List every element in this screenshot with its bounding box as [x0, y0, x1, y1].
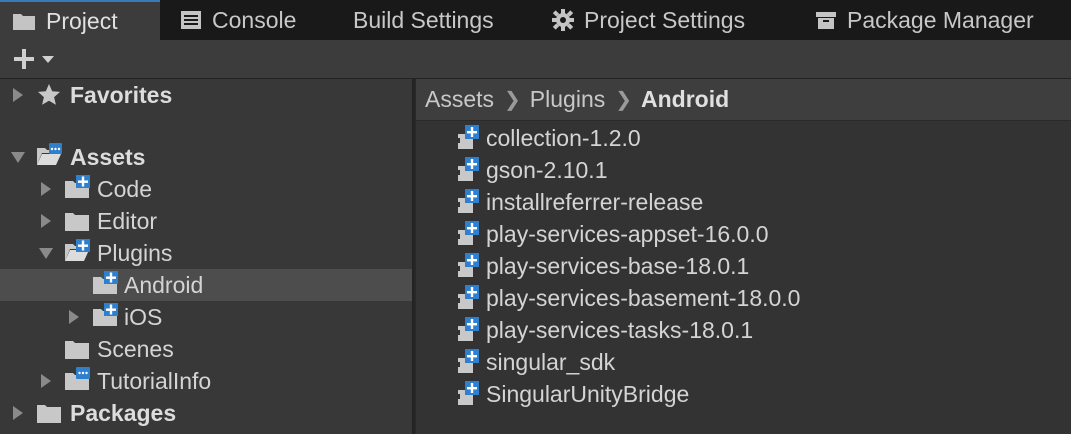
tab-label: Console [212, 6, 297, 33]
list-item[interactable]: singular_sdk [456, 346, 615, 378]
tree-item-packages[interactable]: Packages [0, 397, 412, 429]
folder-icon [37, 405, 61, 423]
folder-tree: Favorites Assets Code Editor Plugins And… [0, 79, 414, 434]
list-item[interactable]: SingularUnityBridge [456, 378, 689, 410]
folder-icon [65, 341, 89, 359]
create-button[interactable] [12, 46, 64, 72]
folder-icon [65, 213, 89, 231]
list-item[interactable]: play-services-tasks-18.0.1 [456, 314, 753, 346]
plugin-icon [456, 285, 479, 309]
file-name: collection-1.2.0 [486, 124, 641, 151]
tree-item-label: Scenes [97, 335, 174, 362]
plugin-icon [456, 157, 479, 181]
list-item[interactable]: play-services-basement-18.0.0 [456, 282, 800, 314]
chevron-right-icon [13, 406, 23, 420]
breadcrumb-item-plugins[interactable]: Plugins [530, 86, 605, 113]
folder-open-plus-icon [65, 239, 90, 261]
chevron-down-icon [42, 56, 54, 63]
tab-label: Project [46, 7, 118, 34]
list-item[interactable]: installreferrer-release [456, 186, 703, 218]
tree-item-code[interactable]: Code [0, 173, 412, 205]
file-name: installreferrer-release [486, 188, 704, 215]
list-item[interactable]: gson-2.10.1 [456, 154, 607, 186]
plugin-icon [456, 221, 479, 245]
tree-item-label: Favorites [70, 81, 173, 108]
chevron-down-icon [39, 248, 53, 259]
tree-item-assets[interactable]: Assets [0, 141, 412, 173]
chevron-right-icon: ❯ [504, 89, 521, 111]
file-name: play-services-appset-16.0.0 [486, 220, 769, 247]
tree-item-ios[interactable]: iOS [0, 301, 412, 333]
plugin-icon [456, 189, 479, 213]
chevron-right-icon [69, 310, 79, 324]
file-name: play-services-basement-18.0.0 [486, 284, 801, 311]
file-name: singular_sdk [486, 348, 616, 375]
plugin-icon [456, 349, 479, 373]
tab-console[interactable]: Console [180, 0, 296, 40]
breadcrumb: Assets ❯ Plugins ❯ Android [416, 79, 1071, 121]
tab-label: Build Settings [353, 6, 494, 33]
tree-item-plugins[interactable]: Plugins [0, 237, 412, 269]
tree-item-favorites[interactable]: Favorites [0, 79, 412, 111]
plugin-icon [456, 317, 479, 341]
package-icon [815, 10, 837, 30]
chevron-down-icon [11, 152, 25, 163]
tree-item-scenes[interactable]: Scenes [0, 333, 412, 365]
tree-item-label: Packages [70, 399, 177, 426]
tree-item-label: Plugins [97, 239, 173, 266]
list-item[interactable]: play-services-appset-16.0.0 [456, 218, 769, 250]
tree-item-android[interactable]: Android [0, 269, 412, 301]
file-name: play-services-base-18.0.1 [486, 252, 750, 279]
tree-item-label: iOS [124, 303, 163, 330]
tab-project[interactable]: Project [0, 0, 160, 40]
plugin-icon [456, 125, 479, 149]
tab-label: Package Manager [847, 6, 1034, 33]
tree-item-editor[interactable]: Editor [0, 205, 412, 237]
folder-chat-icon [65, 367, 90, 390]
asset-list-pane: Assets ❯ Plugins ❯ Android collection-1.… [416, 79, 1071, 434]
folder-plus-icon [65, 175, 90, 198]
tab-project-settings[interactable]: Project Settings [552, 0, 745, 40]
plugin-icon [456, 381, 479, 405]
star-icon [38, 84, 60, 105]
folder-plus-icon [93, 271, 118, 294]
breadcrumb-item-assets[interactable]: Assets [425, 86, 494, 113]
chevron-right-icon [41, 214, 51, 228]
tab-package-manager[interactable]: Package Manager [815, 0, 1034, 40]
tree-item-label: Editor [97, 207, 158, 234]
chevron-right-icon [13, 88, 23, 102]
chevron-right-icon: ❯ [615, 89, 632, 111]
project-toolbar [0, 40, 1071, 79]
plus-icon [14, 49, 34, 69]
tree-item-label: Assets [70, 143, 146, 170]
file-name: gson-2.10.1 [486, 156, 608, 183]
gear-icon [552, 9, 574, 31]
folder-open-icon [37, 143, 62, 165]
tree-item-tutorialinfo[interactable]: TutorialInfo [0, 365, 412, 397]
list-item[interactable]: collection-1.2.0 [456, 122, 641, 154]
tab-build-settings[interactable]: Build Settings [353, 0, 494, 40]
tree-item-label: Code [97, 175, 152, 202]
tab-label: Project Settings [584, 6, 746, 33]
list-item[interactable]: play-services-base-18.0.1 [456, 250, 749, 282]
tree-item-label: TutorialInfo [97, 367, 212, 394]
breadcrumb-item-android[interactable]: Android [641, 86, 729, 113]
file-name: SingularUnityBridge [486, 380, 690, 407]
chevron-right-icon [41, 374, 51, 388]
folder-icon [12, 11, 36, 31]
console-icon [180, 10, 202, 30]
file-name: play-services-tasks-18.0.1 [486, 316, 754, 343]
folder-plus-icon [93, 303, 118, 326]
tree-item-label: Android [124, 271, 204, 298]
tab-bar: Project Console Build Settings Project S… [0, 0, 1071, 40]
plugin-icon [456, 253, 479, 277]
chevron-right-icon [41, 182, 51, 196]
